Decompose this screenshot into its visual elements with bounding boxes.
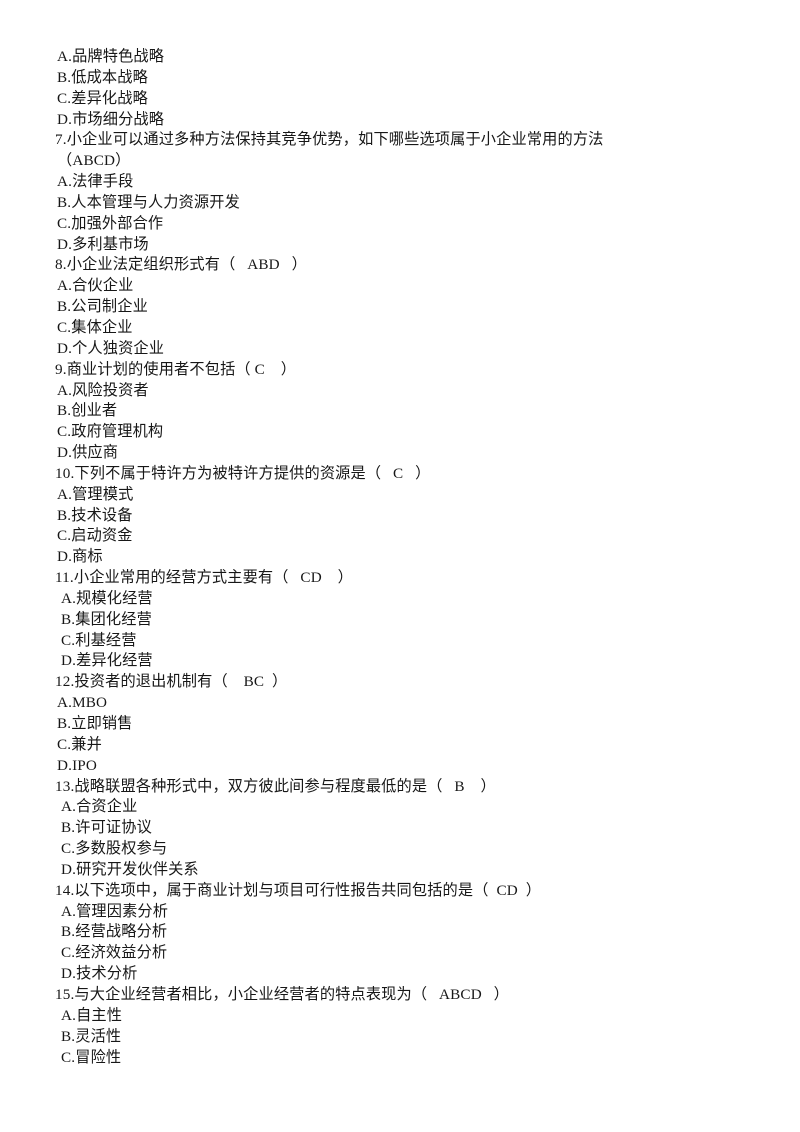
option-line: D.市场细分战略 [57, 110, 165, 128]
option-line: B.技术设备 [57, 506, 133, 524]
option-line: D.研究开发伙伴关系 [61, 860, 199, 878]
option-line: C.经济效益分析 [61, 944, 168, 962]
question-line-12: 12.投资者的退出机制有（ BC ） [55, 673, 288, 691]
option-line: A.合伙企业 [57, 277, 134, 295]
option-line: A.规模化经营 [61, 589, 153, 607]
option-line: B.公司制企业 [57, 298, 148, 316]
option-line: C.加强外部合作 [57, 214, 164, 232]
option-line: C.利基经营 [61, 631, 137, 649]
question-line-8: 8.小企业法定组织形式有（ ABD ） [55, 256, 307, 274]
option-line: D.技术分析 [61, 965, 138, 983]
option-line: C.启动资金 [57, 527, 133, 545]
answer-line-7: （ABCD） [57, 152, 131, 170]
option-line: A.合资企业 [61, 798, 138, 816]
option-line: D.个人独资企业 [57, 339, 165, 357]
document-text-body: A.品牌特色战略 B.低成本战略 C.差异化战略 D.市场细分战略 7.小企业可… [55, 47, 755, 1068]
option-line: D.商标 [57, 548, 103, 566]
option-line: B.立即销售 [57, 715, 133, 732]
question-line-11: 11.小企业常用的经营方式主要有（ CD ） [55, 569, 353, 587]
option-line: C.政府管理机构 [57, 423, 164, 441]
option-line: B.集团化经营 [61, 610, 152, 628]
option-line: B.经营战略分析 [61, 923, 168, 941]
option-line: B.灵活性 [61, 1027, 122, 1045]
question-line-10: 10.下列不属于特许方为被特许方提供的资源是（ C ） [55, 464, 431, 482]
question-line-13: 13.战略联盟各种形式中，双方彼此间参与程度最低的是（ B ） [55, 777, 496, 795]
question-line-9: 9.商业计划的使用者不包括（ C ） [55, 360, 297, 378]
option-line: A.风险投资者 [57, 381, 149, 399]
option-line: A.品牌特色战略 [57, 48, 165, 65]
option-line: A.管理因素分析 [61, 902, 169, 920]
option-line: A.MBO [57, 694, 108, 712]
option-line: B.许可证协议 [61, 819, 152, 837]
document-page: A.品牌特色战略 B.低成本战略 C.差异化战略 D.市场细分战略 7.小企业可… [0, 0, 800, 1132]
question-line-15: 15.与大企业经营者相比，小企业经营者的特点表现为（ ABCD ） [55, 985, 510, 1003]
question-line-14: 14.以下选项中，属于商业计划与项目可行性报告共同包括的是（ CD ） [55, 881, 542, 899]
option-line: B.低成本战略 [57, 68, 148, 86]
option-line: A.管理模式 [57, 485, 134, 503]
option-line: D.供应商 [57, 444, 119, 462]
option-line: C.冒险性 [61, 1048, 122, 1066]
option-line: D.多利基市场 [57, 235, 149, 253]
option-line: C.多数股权参与 [61, 840, 168, 858]
option-line: C.差异化战略 [57, 89, 148, 107]
option-line: B.创业者 [57, 402, 118, 420]
option-line: C.兼并 [57, 735, 102, 753]
option-line: A.自主性 [61, 1006, 123, 1024]
option-line: D.差异化经营 [61, 652, 153, 670]
option-line: B.人本管理与人力资源开发 [57, 193, 240, 211]
question-line-7: 7.小企业可以通过多种方法保持其竞争优势，如下哪些选项属于小企业常用的方法 [55, 131, 604, 149]
option-line: D.IPO [57, 756, 97, 774]
option-line: A.法律手段 [57, 173, 134, 191]
option-line: C.集体企业 [57, 318, 133, 336]
